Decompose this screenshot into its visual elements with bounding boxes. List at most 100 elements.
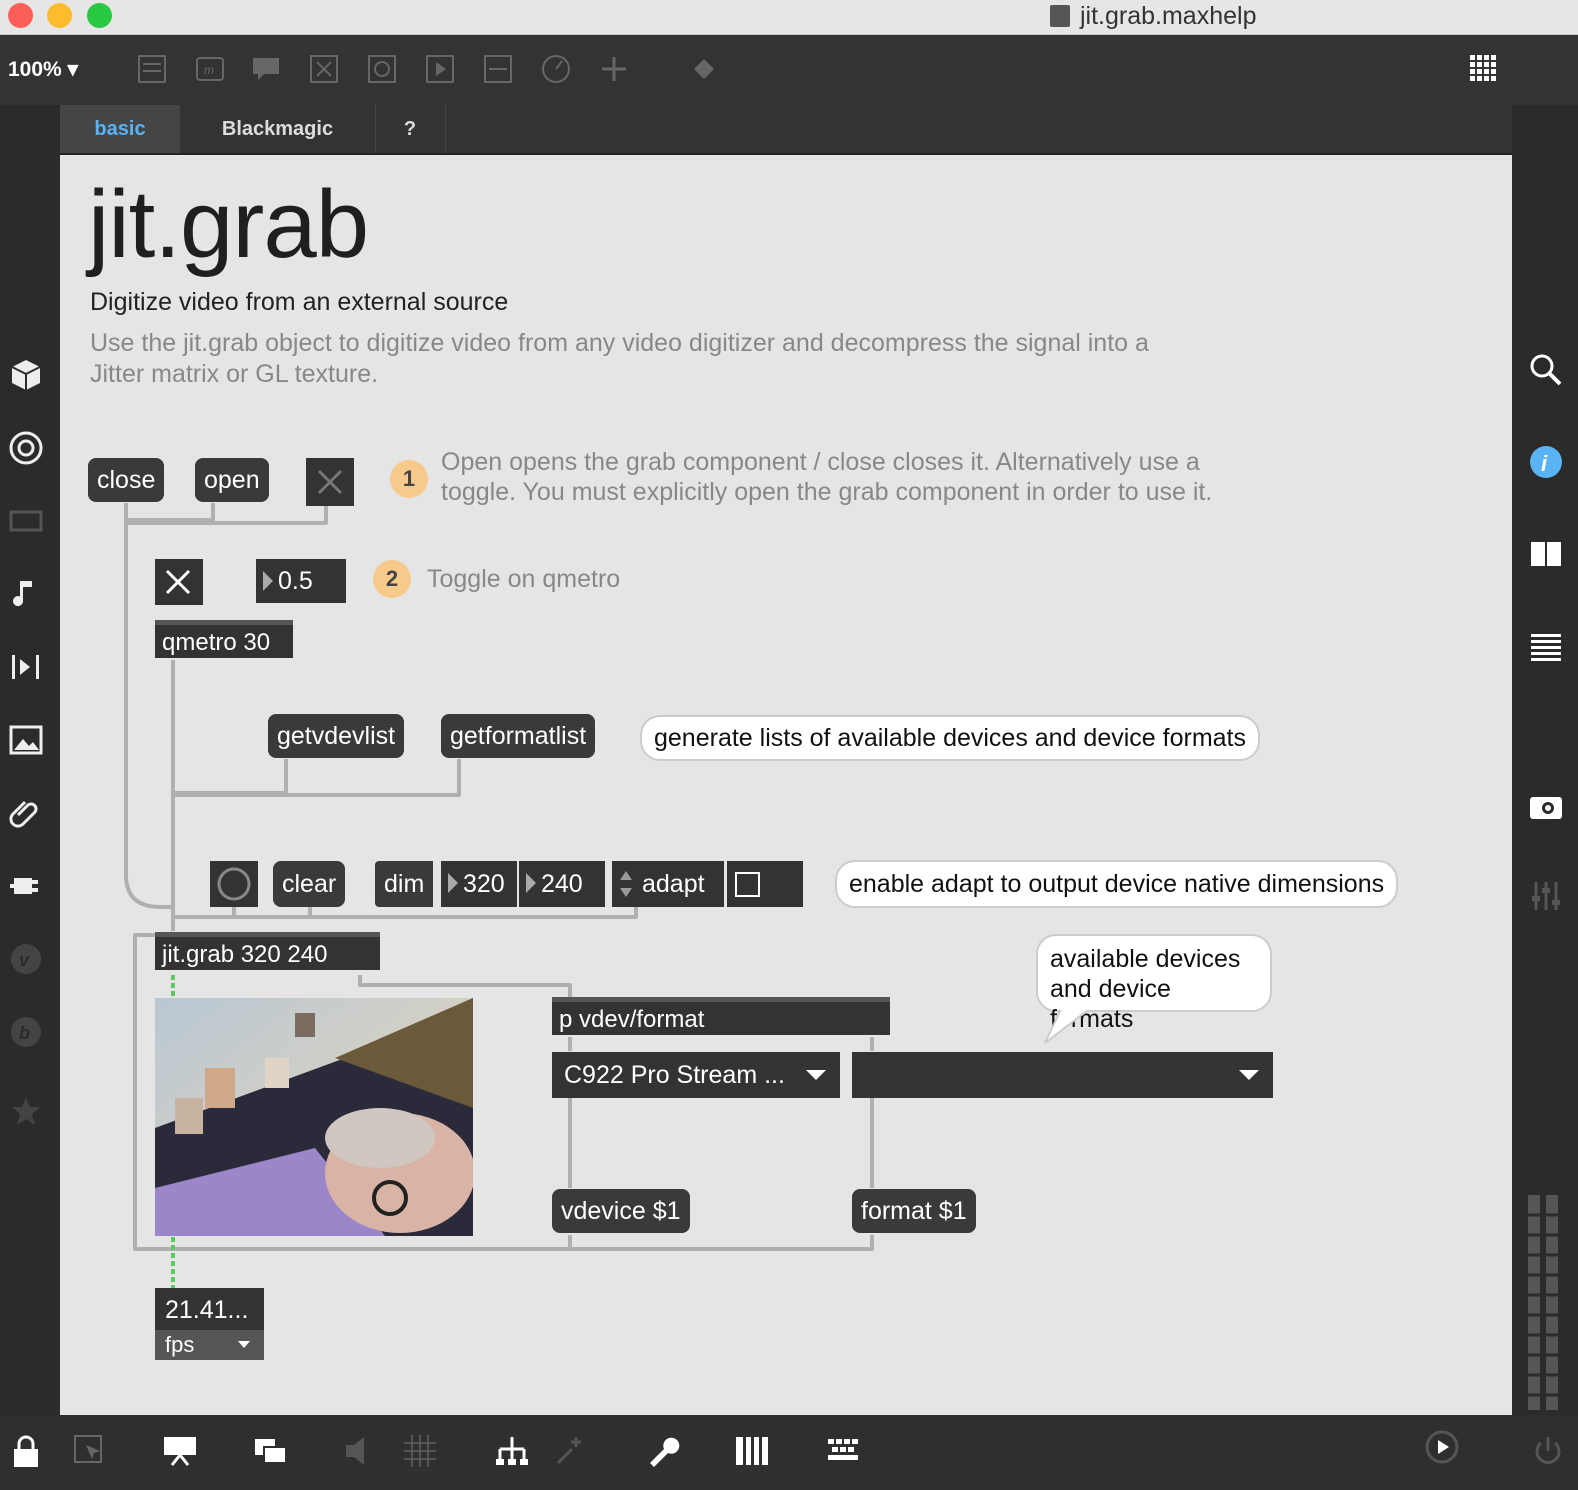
presentation-icon[interactable] xyxy=(162,1433,198,1469)
film-icon[interactable] xyxy=(8,503,44,539)
image-icon[interactable] xyxy=(8,722,44,758)
button-object-icon[interactable] xyxy=(308,53,340,85)
device-menu[interactable]: C922 Pro Stream ... xyxy=(552,1052,840,1098)
document-icon xyxy=(1050,5,1070,27)
info-icon[interactable]: i xyxy=(1528,444,1564,480)
grid-icon[interactable] xyxy=(402,1433,438,1469)
minimize-window-button[interactable] xyxy=(47,3,72,28)
dim-width-number-box[interactable]: 320 xyxy=(441,861,517,907)
paperclip-icon[interactable] xyxy=(8,795,44,831)
windows-icon[interactable] xyxy=(252,1433,288,1469)
music-note-icon[interactable] xyxy=(8,576,44,612)
dim-width-value: 320 xyxy=(463,870,505,898)
lock-icon[interactable] xyxy=(8,1433,44,1469)
mixer-icon[interactable] xyxy=(1528,878,1564,914)
fps-number-box[interactable]: 21.41... xyxy=(155,1288,264,1332)
jitgrab-object[interactable]: jit.grab 320 240 xyxy=(155,932,380,970)
updown-arrows-icon xyxy=(620,871,632,897)
add-snippet-icon[interactable] xyxy=(552,1433,588,1469)
patcher-canvas[interactable]: jit.grab Digitize video from an external… xyxy=(60,155,1512,1415)
tab-blackmagic[interactable]: Blackmagic xyxy=(180,105,376,153)
pvdev-format-object[interactable]: p vdev/format xyxy=(552,997,890,1035)
toggle-object-icon[interactable] xyxy=(366,53,398,85)
search-icon[interactable] xyxy=(1528,352,1564,388)
vdevice-message[interactable]: vdevice $1 xyxy=(552,1189,690,1233)
dim-height-number-box[interactable]: 240 xyxy=(519,861,605,907)
adapt-attrui[interactable]: adapt xyxy=(612,861,724,907)
getvdevlist-message[interactable]: getvdevlist xyxy=(268,714,405,758)
bang-button[interactable] xyxy=(210,861,258,907)
piano-icon[interactable] xyxy=(734,1433,770,1469)
clear-message[interactable]: clear xyxy=(273,861,346,907)
dim-message[interactable]: dim xyxy=(375,861,434,907)
lists-comment-bubble: generate lists of available devices and … xyxy=(640,715,1260,761)
chevron-down-icon xyxy=(806,1070,826,1080)
number-triangle-icon xyxy=(526,873,536,893)
audio-play-icon[interactable] xyxy=(1424,1429,1466,1471)
plug-icon[interactable] xyxy=(8,868,44,904)
wrench-icon[interactable] xyxy=(644,1433,680,1469)
help-tabs: basic Blackmagic ? xyxy=(60,105,1512,155)
play-object-icon[interactable] xyxy=(424,53,456,85)
vimeo-icon[interactable]: v xyxy=(8,941,44,977)
number-triangle-icon xyxy=(448,873,458,893)
cube-icon[interactable] xyxy=(8,357,44,393)
top-toolbar: 100% ▾ m xyxy=(0,35,1578,105)
toggle-x-icon xyxy=(317,469,343,495)
reference-book-icon[interactable] xyxy=(1528,536,1564,572)
dial-object-icon[interactable] xyxy=(540,53,572,85)
comment-icon[interactable] xyxy=(250,53,282,85)
interval-number-box[interactable]: 0.5 xyxy=(256,559,346,603)
device-menu-value: C922 Pro Stream ... xyxy=(564,1061,785,1089)
window-title-text: jit.grab.maxhelp xyxy=(1080,2,1257,30)
video-frame-image xyxy=(155,998,473,1236)
slider-object-icon[interactable] xyxy=(482,53,514,85)
paint-bucket-icon[interactable] xyxy=(688,53,720,85)
close-message[interactable]: close xyxy=(88,458,165,502)
bpatcher-icon[interactable]: b xyxy=(8,1014,44,1050)
message-box-icon[interactable]: m xyxy=(194,53,226,85)
bottom-toolbar xyxy=(0,1415,1578,1490)
number-triangle-icon xyxy=(263,571,273,591)
chevron-down-icon xyxy=(1239,1070,1259,1080)
fps-unit-menu[interactable]: fps xyxy=(155,1330,264,1360)
window-titlebar: jit.grab.maxhelp xyxy=(0,0,1578,35)
star-icon[interactable] xyxy=(8,1093,44,1129)
qmetro-object[interactable]: qmetro 30 xyxy=(155,620,293,658)
select-icon[interactable] xyxy=(72,1433,108,1469)
tab-basic[interactable]: basic xyxy=(60,105,180,153)
mute-icon[interactable] xyxy=(342,1433,378,1469)
open-message[interactable]: open xyxy=(195,458,269,502)
window-title: jit.grab.maxhelp xyxy=(1050,2,1256,31)
format-menu[interactable] xyxy=(852,1052,1273,1098)
zoom-window-button[interactable] xyxy=(87,3,112,28)
format-message[interactable]: format $1 xyxy=(852,1189,976,1233)
open-toggle[interactable] xyxy=(306,458,354,506)
bang-circle-icon xyxy=(217,867,251,901)
adapt-label: adapt xyxy=(642,870,705,898)
list-icon[interactable] xyxy=(1528,628,1564,664)
qmetro-toggle[interactable] xyxy=(155,559,203,605)
zoom-selector[interactable]: 100% ▾ xyxy=(8,57,78,82)
video-display[interactable] xyxy=(155,998,473,1236)
newobject-icon[interactable] xyxy=(136,53,168,85)
keyboard-icon[interactable] xyxy=(826,1433,862,1469)
camera-icon[interactable] xyxy=(1528,788,1564,824)
hierarchy-icon[interactable] xyxy=(494,1433,530,1469)
play-step-icon[interactable] xyxy=(8,649,44,685)
tab-help[interactable]: ? xyxy=(375,105,446,153)
adapt-comment-bubble: enable adapt to output device native dim… xyxy=(835,860,1399,908)
power-icon[interactable] xyxy=(1530,1433,1566,1469)
target-icon[interactable] xyxy=(8,430,44,466)
available-line-1: available devices xyxy=(1050,945,1241,973)
svg-text:i: i xyxy=(1541,451,1548,476)
adapt-checkbox[interactable] xyxy=(727,861,803,907)
getformatlist-message[interactable]: getformatlist xyxy=(441,714,596,758)
grid-view-icon[interactable] xyxy=(1468,53,1500,85)
add-object-icon[interactable] xyxy=(598,53,630,85)
dim-height-value: 240 xyxy=(541,870,583,898)
step-2-comment: Toggle on qmetro xyxy=(427,565,621,593)
zoom-value: 100% xyxy=(8,58,62,81)
close-window-button[interactable] xyxy=(8,3,33,28)
left-sidebar: v b xyxy=(0,105,60,1415)
